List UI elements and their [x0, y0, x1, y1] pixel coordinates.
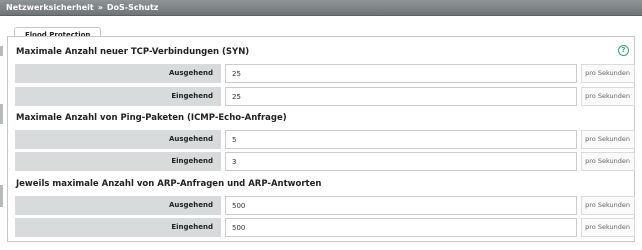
row-label: Eingehend	[15, 218, 221, 237]
row-label: Ausgehend	[15, 64, 221, 83]
unit-label: pro Sekunden	[581, 130, 635, 149]
left-edge-stub	[0, 185, 3, 207]
row-syn-incoming: Eingehend pro Sekunden	[15, 87, 635, 106]
section-title-icmp: Maximale Anzahl von Ping-Paketen (ICMP-E…	[16, 113, 287, 123]
unit-label: pro Sekunden	[581, 152, 635, 171]
syn-incoming-input[interactable]	[225, 87, 577, 106]
row-arp-incoming: Eingehend pro Sekunden	[15, 218, 635, 237]
icmp-outgoing-input[interactable]	[225, 130, 577, 149]
row-arp-outgoing: Ausgehend pro Sekunden	[15, 196, 635, 215]
arp-outgoing-input[interactable]	[225, 196, 577, 215]
unit-label: pro Sekunden	[581, 87, 635, 106]
syn-outgoing-input[interactable]	[225, 64, 577, 83]
left-edge-stub	[0, 104, 3, 124]
unit-label: pro Sekunden	[581, 64, 635, 83]
breadcrumb: Netzwerksicherheit» DoS-Schutz	[0, 0, 642, 16]
row-icmp-outgoing: Ausgehend pro Sekunden	[15, 130, 635, 149]
tab-bar: Flood Protection	[14, 22, 102, 42]
left-edge-stub	[0, 46, 3, 56]
row-icmp-incoming: Eingehend pro Sekunden	[15, 152, 635, 171]
breadcrumb-current: DoS-Schutz	[106, 3, 159, 12]
unit-label: pro Sekunden	[581, 218, 635, 237]
unit-label: pro Sekunden	[581, 196, 635, 215]
row-syn-outgoing: Ausgehend pro Sekunden	[15, 64, 635, 83]
icmp-incoming-input[interactable]	[225, 152, 577, 171]
flood-protection-panel: ? Maximale Anzahl neuer TCP-Verbindungen…	[7, 36, 635, 242]
section-title-syn: Maximale Anzahl neuer TCP-Verbindungen (…	[16, 47, 250, 57]
row-label: Eingehend	[15, 152, 221, 171]
arp-incoming-input[interactable]	[225, 218, 577, 237]
row-label: Eingehend	[15, 87, 221, 106]
breadcrumb-parent[interactable]: Netzwerksicherheit	[6, 3, 94, 12]
breadcrumb-separator: »	[97, 3, 103, 12]
help-icon[interactable]: ?	[618, 45, 629, 56]
section-title-arp: Jeweils maximale Anzahl von ARP-Anfragen…	[16, 179, 322, 189]
row-label: Ausgehend	[15, 130, 221, 149]
row-label: Ausgehend	[15, 196, 221, 215]
